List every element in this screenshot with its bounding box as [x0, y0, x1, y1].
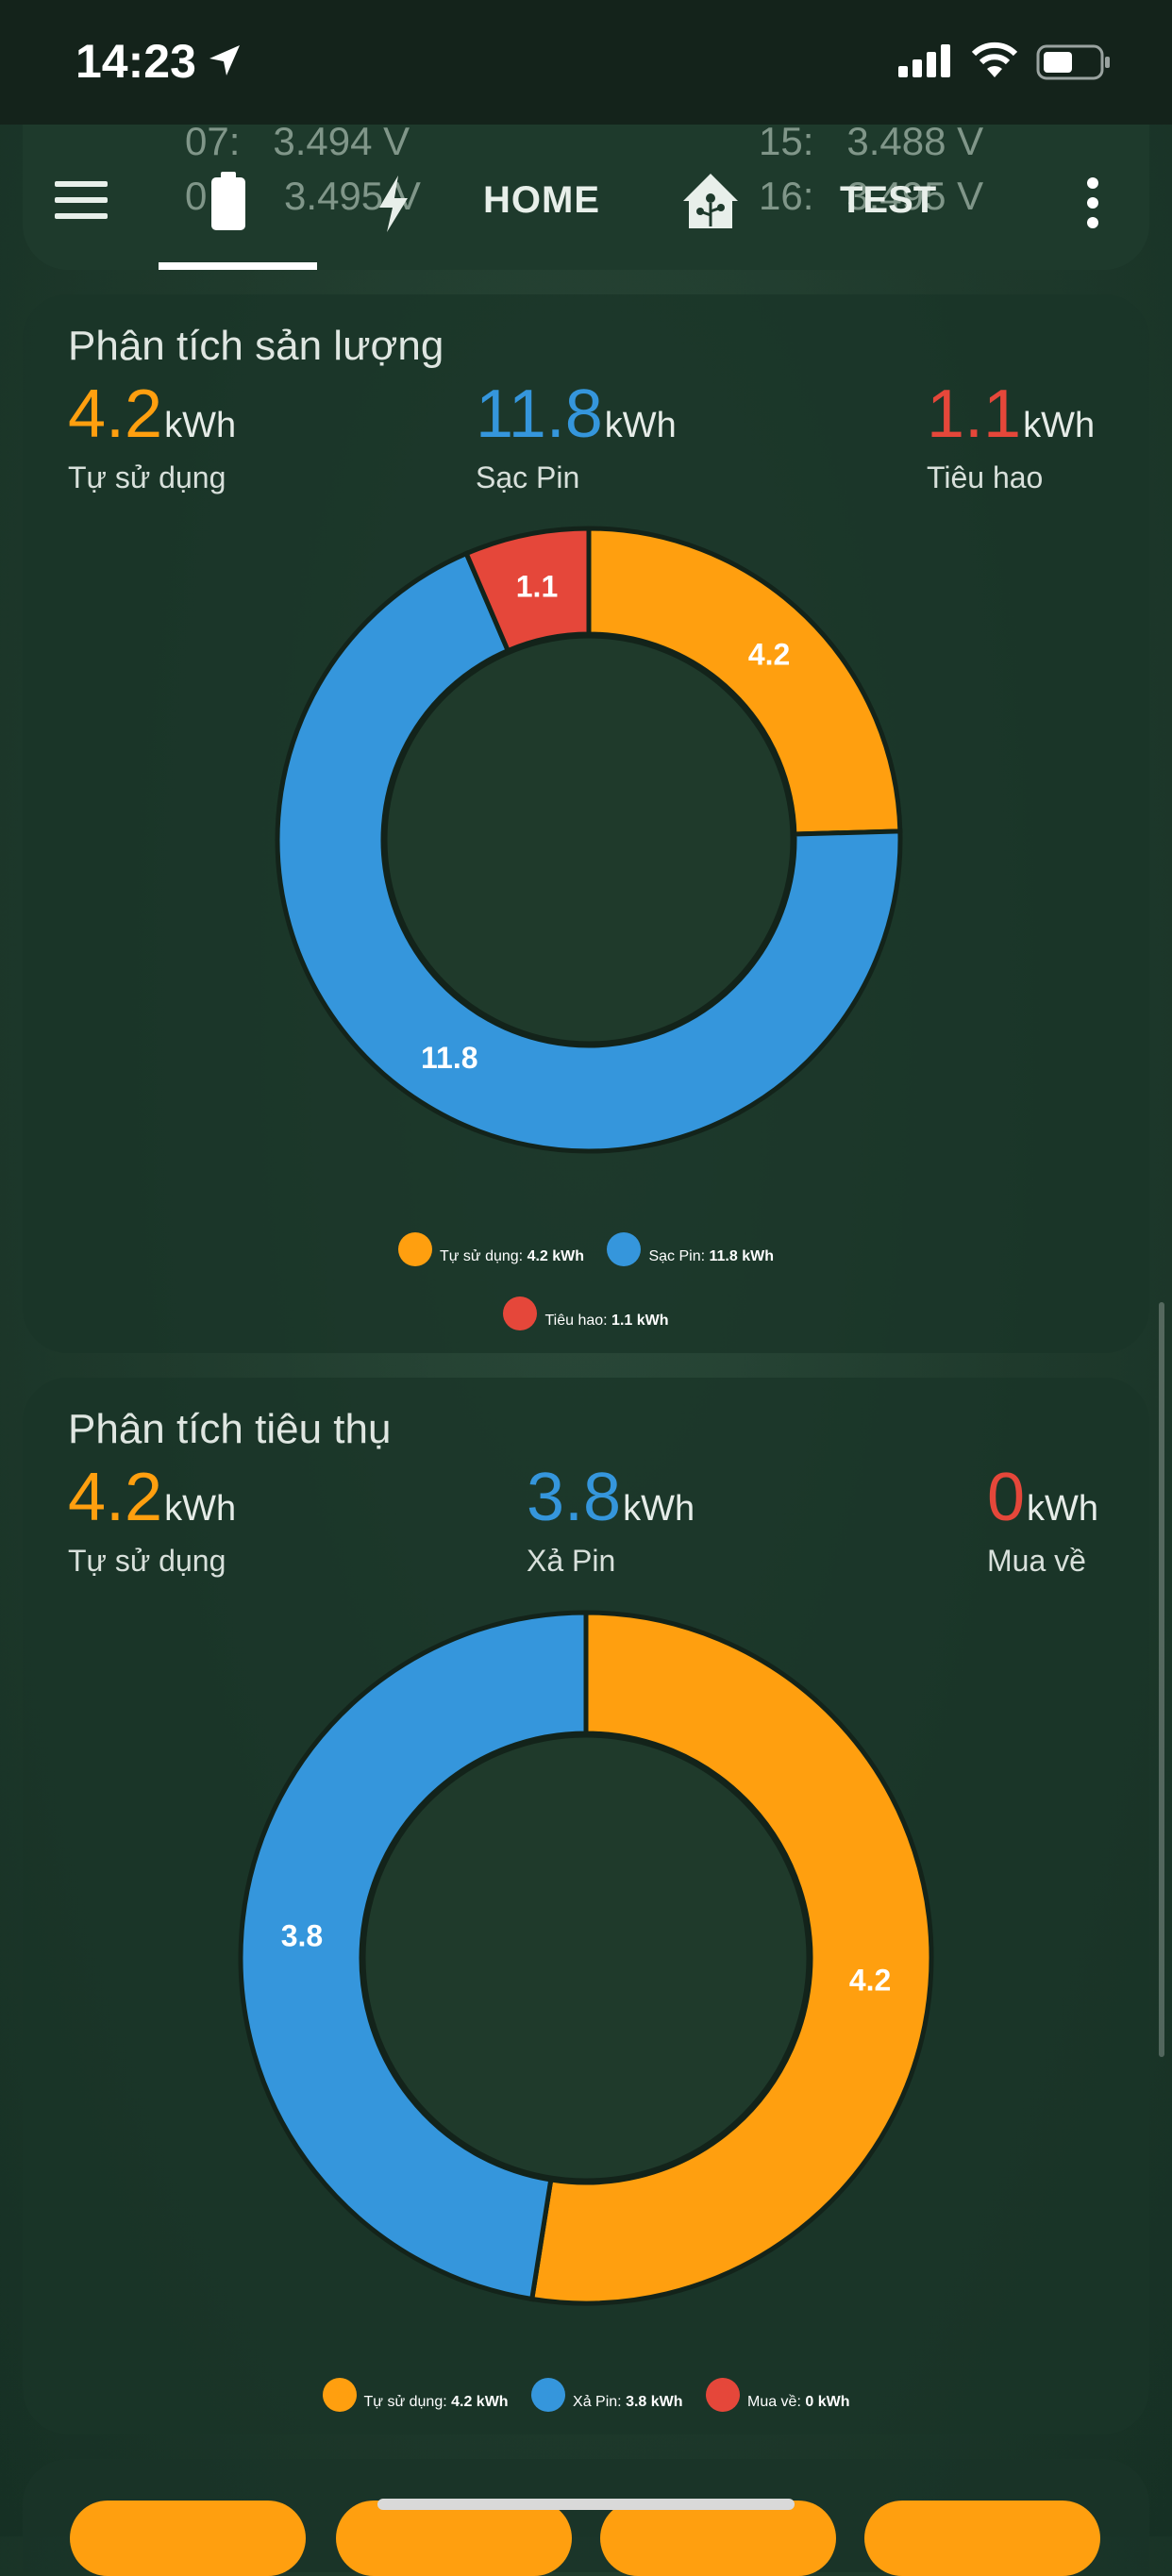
status-time: 14:23 — [75, 35, 196, 88]
donut-data-label-1: 3.8 — [281, 1918, 323, 1952]
legend-dot — [705, 2378, 740, 2412]
legend-item[interactable]: Xả Pin: 3.8 kWh — [531, 2378, 683, 2412]
consumption-analysis-card: Phân tích tiêu thụ 4.2kWh Tự sử dụng 3.8… — [23, 1378, 1149, 2434]
wifi-icon — [971, 42, 1018, 77]
legend-dot — [397, 1232, 432, 1266]
legend-item[interactable]: Tự sử dụng: 4.2 kWh — [397, 1232, 584, 1266]
card-title: Phân tích sản lượng — [68, 323, 444, 369]
status-bar: 14:23 — [0, 0, 1172, 125]
legend-dot — [607, 1232, 642, 1266]
scrollbar[interactable] — [1159, 1302, 1164, 2057]
voltage-reading: 07: 3.494 V — [185, 125, 410, 163]
more-options-icon[interactable] — [1087, 177, 1100, 237]
stat-grid-import: 0kWh Mua về — [987, 1460, 1099, 1578]
chart-legend: Tự sử dụng: 4.2 kWh Xả Pin: 3.8 kWh Mua … — [23, 2378, 1149, 2412]
legend-item[interactable]: Tự sử dụng: 4.2 kWh — [322, 2378, 509, 2412]
lightning-bolt-icon[interactable] — [374, 174, 413, 234]
stat-battery-discharge: 3.8kWh Xả Pin — [527, 1460, 695, 1578]
donut-data-label-0: 4.2 — [748, 638, 790, 672]
home-assistant-icon[interactable] — [679, 170, 742, 232]
legend-dot — [531, 2378, 566, 2412]
card-title: Phân tích tiêu thụ — [68, 1406, 392, 1452]
legend-item[interactable]: Mua về: 0 kWh — [705, 2378, 849, 2412]
active-tab-indicator — [159, 262, 317, 270]
stat-battery-charge: 11.8kWh Sạc Pin — [476, 376, 677, 494]
voltage-reading: 15: 3.488 V — [759, 125, 984, 163]
location-arrow-icon — [209, 45, 240, 75]
menu-icon[interactable] — [55, 181, 108, 219]
donut-center — [382, 633, 795, 1046]
legend-item[interactable]: Tiêu hao: 1.1 kWh — [503, 1296, 669, 1330]
donut-data-label-0: 4.2 — [849, 1964, 891, 1998]
legend-dot — [322, 2378, 357, 2412]
consumption-donut-chart: 4.2 3.8 — [238, 1610, 934, 2306]
stat-self-use: 4.2kWh Tự sử dụng — [68, 1460, 237, 1578]
app-header: 07: 3.494 V 0 3.495 V 15: 3.488 V 16: 3.… — [23, 125, 1149, 270]
tab-battery-icon[interactable] — [208, 172, 249, 232]
chart-legend: Tự sử dụng: 4.2 kWh Sạc Pin: 11.8 kWh — [23, 1232, 1149, 1266]
battery-icon — [1036, 44, 1110, 80]
production-analysis-card: Phân tích sản lượng 4.2kWh Tự sử dụng 11… — [23, 294, 1149, 1353]
action-button[interactable] — [70, 2501, 306, 2576]
tab-home[interactable]: HOME — [483, 179, 600, 222]
chart-legend: Tiêu hao: 1.1 kWh — [23, 1296, 1149, 1330]
donut-data-label-2: 1.1 — [516, 570, 558, 604]
stat-loss: 1.1kWh Tiêu hao — [927, 376, 1096, 494]
production-donut-chart: 4.2 11.8 1.1 — [275, 526, 903, 1154]
stat-self-use: 4.2kWh Tự sử dụng — [68, 376, 237, 494]
donut-data-label-1: 11.8 — [421, 1041, 478, 1075]
legend-item[interactable]: Sạc Pin: 11.8 kWh — [607, 1232, 774, 1266]
tab-test[interactable]: TEST — [840, 179, 936, 222]
donut-center — [360, 1732, 812, 2183]
signal-icon — [898, 44, 950, 77]
action-button[interactable] — [864, 2501, 1100, 2576]
action-button[interactable] — [336, 2501, 572, 2576]
legend-dot — [503, 1296, 538, 1330]
home-indicator — [377, 2499, 795, 2510]
action-button[interactable] — [600, 2501, 836, 2576]
